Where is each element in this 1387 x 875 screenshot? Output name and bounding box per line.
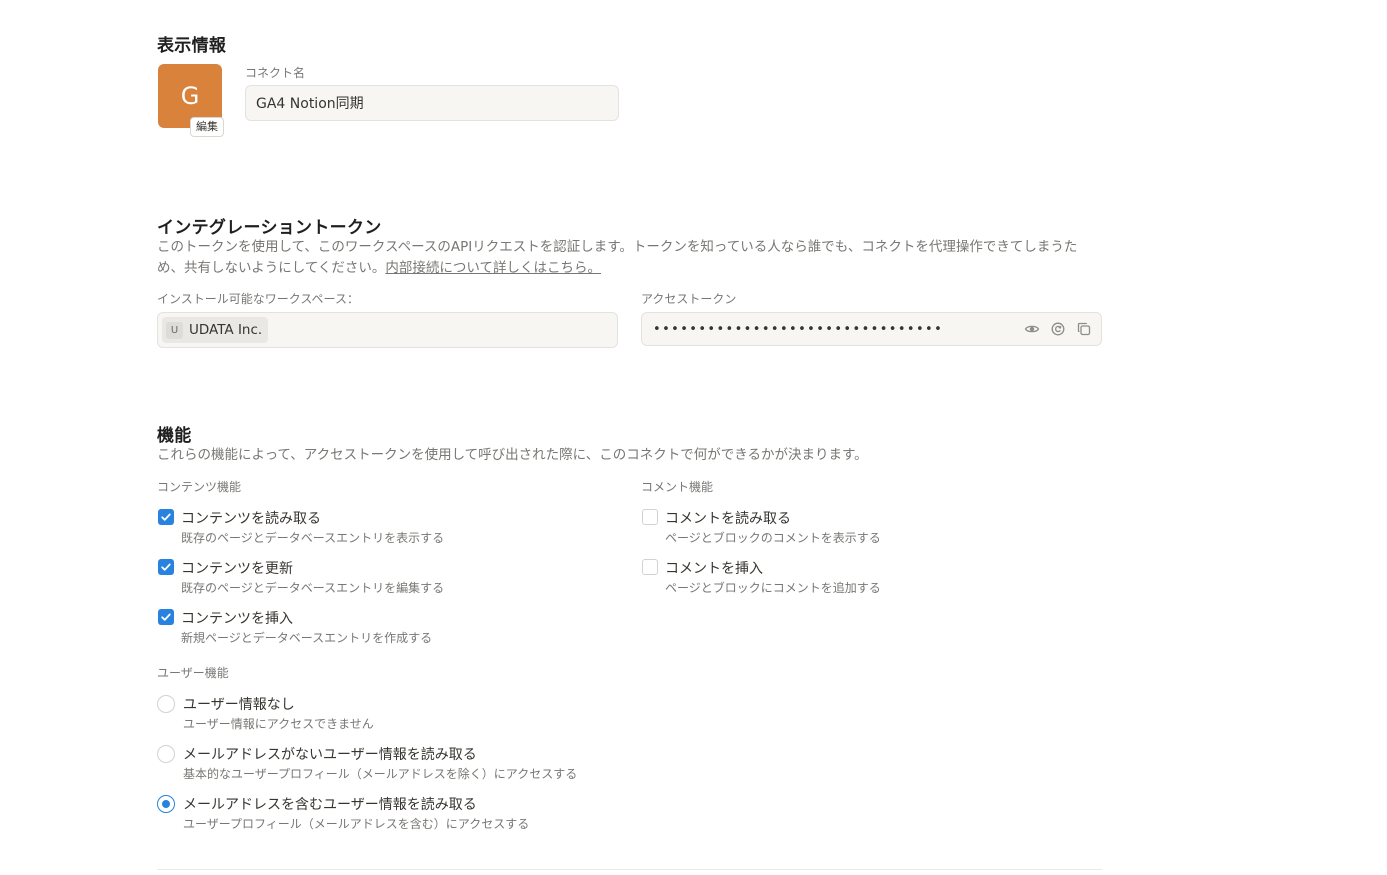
user-without-email-title: メールアドレスがないユーザー情報を読み取る [183,747,477,763]
user-without-email-sub: 基本的なユーザープロフィール（メールアドレスを除く）にアクセスする [183,767,578,781]
user-without-email-radio[interactable] [157,745,175,763]
checkmark-icon [161,613,171,621]
content-insert-title: コンテンツを挿入 [181,611,293,627]
comment-read-checkbox[interactable] [642,509,658,525]
capabilities-description: これらの機能によって、アクセストークンを使用して呼び出された際に、このコネクトで… [157,447,868,463]
connect-name-value: GA4 Notion同期 [256,96,364,112]
workspace-icon: U [166,321,183,339]
content-update-title: コンテンツを更新 [181,561,293,577]
content-update-sub: 既存のページとデータベースエントリを編集する [181,581,445,595]
comment-capabilities-label: コメント機能 [641,480,714,494]
token-heading: インテグレーショントークン [157,218,382,238]
edit-avatar-button[interactable]: 編集 [190,117,224,137]
workspace-chip: U UDATA Inc. [162,317,269,343]
access-token-masked: •••••••••••••••••••••••••••••••• [653,321,944,337]
comment-insert-sub: ページとブロックにコメントを追加する [665,581,881,595]
eye-icon[interactable] [1023,320,1041,338]
refresh-icon[interactable] [1049,320,1067,338]
copy-icon[interactable] [1075,320,1093,338]
comment-insert-title: コメントを挿入 [665,561,763,577]
content-read-checkbox[interactable] [158,509,174,525]
section-divider [157,869,1102,870]
user-none-title: ユーザー情報なし [183,697,295,713]
content-insert-sub: 新規ページとデータベースエントリを作成する [181,631,433,645]
comment-read-title: コメントを読み取る [665,511,791,527]
connect-name-label: コネクト名 [245,66,306,80]
display-info-heading: 表示情報 [157,36,227,56]
workspace-name: UDATA Inc. [189,322,263,338]
connect-name-input[interactable]: GA4 Notion同期 [245,85,619,121]
user-with-email-radio[interactable] [157,795,175,813]
user-none-sub: ユーザー情報にアクセスできません [183,717,374,731]
checkmark-icon [161,563,171,571]
content-insert-checkbox[interactable] [158,609,174,625]
capabilities-heading: 機能 [157,426,192,446]
content-capabilities-label: コンテンツ機能 [157,480,242,494]
token-description-text: このトークンを使用して、このワークスペースのAPIリクエストを認証します。トーク… [157,239,1078,276]
user-capabilities-label: ユーザー機能 [157,666,229,680]
access-token-field[interactable]: •••••••••••••••••••••••••••••••• [641,312,1102,346]
access-token-label: アクセストークン [641,292,737,306]
content-update-checkbox[interactable] [158,559,174,575]
workspace-field: U UDATA Inc. [157,312,618,348]
workspace-label: インストール可能なワークスペース： [157,292,359,306]
internal-connection-link[interactable]: 内部接続について詳しくはこちら。 [385,260,601,276]
content-read-sub: 既存のページとデータベースエントリを表示する [181,531,445,545]
user-with-email-sub: ユーザープロフィール（メールアドレスを含む）にアクセスする [183,817,530,831]
token-actions [1023,320,1093,338]
token-description: このトークンを使用して、このワークスペースのAPIリクエストを認証します。トーク… [157,237,1102,279]
user-with-email-title: メールアドレスを含むユーザー情報を読み取る [183,797,477,813]
checkmark-icon [161,513,171,521]
comment-read-sub: ページとブロックのコメントを表示する [665,531,881,545]
user-none-radio[interactable] [157,695,175,713]
content-read-title: コンテンツを読み取る [181,511,321,527]
comment-insert-checkbox[interactable] [642,559,658,575]
